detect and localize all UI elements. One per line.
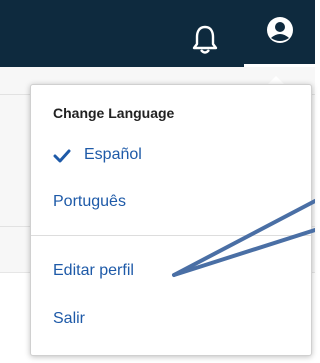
logout-link[interactable]: Salir xyxy=(53,310,85,328)
language-option-espanol[interactable]: Español xyxy=(84,146,142,164)
top-navigation-bar xyxy=(0,0,315,67)
change-language-heading: Change Language xyxy=(53,105,175,121)
menu-divider xyxy=(31,235,311,236)
profile-menu-button[interactable] xyxy=(244,0,315,67)
language-option-portugues[interactable]: Português xyxy=(53,193,126,211)
user-circle-icon xyxy=(267,17,293,43)
bell-icon[interactable] xyxy=(190,24,220,56)
checkmark-icon xyxy=(53,149,71,163)
user-dropdown-menu: Change Language Español Português Editar… xyxy=(30,84,312,356)
edit-profile-link[interactable]: Editar perfil xyxy=(53,262,134,280)
